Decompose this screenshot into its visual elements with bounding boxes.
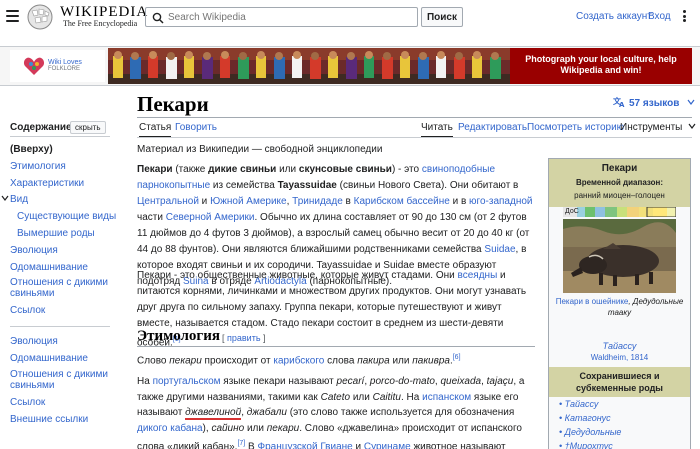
- toc-item-extant-species[interactable]: Существующие виды: [17, 211, 116, 222]
- genus-item[interactable]: • Тайассу: [559, 397, 621, 411]
- infobox: Пекари Временной диапазон: ранний миоцен…: [548, 158, 691, 449]
- genus-item[interactable]: • Катагонус: [559, 411, 621, 425]
- genus-item[interactable]: • Дедудольные: [559, 425, 621, 439]
- heart-logo-icon: [23, 57, 45, 75]
- peccary-photo[interactable]: [563, 219, 676, 293]
- toc-item-evolution[interactable]: Эволюция: [10, 245, 58, 256]
- page-title: Пекари: [137, 92, 209, 116]
- toc-item-external-links[interactable]: Внешние ссылки: [10, 414, 88, 425]
- search-input[interactable]: [168, 9, 413, 25]
- tab-edit[interactable]: Редактировать: [458, 122, 527, 133]
- section-edit-label[interactable]: править: [227, 333, 261, 343]
- banner-logo-line1: Wiki Loves: [48, 59, 82, 66]
- paragraph-etymology-1: Слово пекари происходит от карибского сл…: [137, 354, 461, 367]
- toc-item-characteristics[interactable]: Характеристики: [10, 178, 84, 189]
- toc-item-top[interactable]: (Вверху): [10, 144, 53, 155]
- authority-link[interactable]: Waldheim, 1814: [591, 353, 649, 362]
- banner-photo: [108, 48, 510, 84]
- campaign-banner[interactable]: Wiki Loves FOLKLORE Photograph your loca…: [0, 46, 700, 86]
- more-options-icon[interactable]: [683, 10, 687, 22]
- tab-tools-label: Инструменты: [620, 122, 683, 133]
- title-divider: [137, 117, 692, 118]
- toc-item-relations[interactable]: Отношения с дикими свиньями: [10, 277, 120, 299]
- toc-item-domestication[interactable]: Одомашнивание: [10, 262, 88, 273]
- paragraph-etymology-2: На португальском языке пекари называют p…: [137, 376, 525, 449]
- toc-divider: [10, 136, 110, 137]
- infobox-caption: Пекари в ошейнике, Дедудольные тааку: [553, 296, 686, 318]
- page-subtitle: Материал из Википедии — свободной энцикл…: [137, 144, 383, 155]
- taxon-authority: Waldheim, 1814: [549, 353, 690, 362]
- chevron-down-icon: [687, 99, 695, 105]
- infobox-section-genera: Сохранившиеся и субкеменные роды: [549, 367, 690, 397]
- search-box[interactable]: [145, 7, 418, 27]
- toc-item-references[interactable]: Ссылок: [10, 305, 45, 316]
- tab-talk[interactable]: Говорить: [175, 122, 217, 133]
- tab-article[interactable]: Статья: [139, 122, 172, 137]
- genera-list: • Тайассу • Катагонус • Дедудольные • †М…: [559, 397, 621, 449]
- toc-separator: [10, 326, 110, 327]
- toc-hide-button[interactable]: скрыть: [70, 121, 106, 134]
- section-heading-etymology: Этимология: [137, 328, 220, 344]
- section-edit-link[interactable]: [ править ]: [222, 333, 266, 343]
- infobox-header: Пекари Временной диапазон: ранний миоцен…: [549, 159, 690, 207]
- tab-tools[interactable]: Инструменты: [620, 122, 696, 133]
- taxon-name: Тайассу: [549, 341, 690, 351]
- banner-cta-line1: Photograph your local culture, help: [525, 54, 677, 64]
- banner-cta-line2: Wikipedia and win!: [560, 65, 642, 75]
- translate-icon: 文 A: [613, 96, 625, 109]
- banner-logo-line2: FOLKLORE: [48, 66, 81, 72]
- infobox-range-label: Временной диапазон:: [575, 178, 664, 187]
- tabs-divider: [137, 137, 692, 138]
- toc-item-extinct-genera[interactable]: Вымершие роды: [17, 228, 95, 239]
- banner-cta[interactable]: Photograph your local culture, help Wiki…: [510, 48, 692, 84]
- banner-logo: Wiki Loves FOLKLORE: [10, 50, 105, 82]
- toc-item-references-2[interactable]: Ссылок: [10, 397, 45, 408]
- infobox-title: Пекари: [601, 163, 638, 174]
- timescale-bar[interactable]: [563, 207, 676, 217]
- genus-item[interactable]: • †Мирохтус: [559, 439, 621, 449]
- infobox-range-value: ранний миоцен–голоцен: [574, 191, 665, 200]
- tab-read[interactable]: Читать: [421, 122, 453, 137]
- wikipedia-globe-icon[interactable]: [25, 3, 55, 31]
- svg-text:A: A: [619, 101, 625, 107]
- login-link[interactable]: Вход: [648, 11, 671, 22]
- chevron-down-icon: [688, 123, 696, 129]
- site-header: Wikipedia The Free Encyclopedia Поиск Со…: [0, 0, 700, 34]
- toc-collapse-icon[interactable]: [1, 194, 9, 205]
- timescale-label: ДоС: [565, 208, 579, 215]
- language-button[interactable]: 文 A 57 языков: [613, 96, 695, 109]
- search-button[interactable]: Поиск: [421, 7, 463, 27]
- tab-history[interactable]: Посмотреть историю: [527, 122, 624, 133]
- toc-item-species[interactable]: Вид: [10, 194, 28, 205]
- create-account-link[interactable]: Создать аккаунт: [576, 11, 652, 22]
- section-divider: [137, 346, 535, 347]
- toc-heading: Содержание: [10, 122, 72, 133]
- toc-item-relations-2[interactable]: Отношения с дикими свиньями: [10, 369, 120, 391]
- toc-item-evolution-2[interactable]: Эволюция: [10, 336, 58, 347]
- language-count: 57 языков: [629, 98, 680, 109]
- caption-link[interactable]: Пекари в ошейнике: [556, 297, 629, 306]
- toc-item-domestication-2[interactable]: Одомашнивание: [10, 353, 88, 364]
- tagline: The Free Encyclopedia: [63, 19, 138, 28]
- main-menu-icon[interactable]: [6, 10, 19, 22]
- search-icon: [152, 12, 164, 24]
- toc-item-etymology[interactable]: Этимология: [10, 161, 66, 172]
- taxon-link[interactable]: Тайассу: [603, 341, 637, 351]
